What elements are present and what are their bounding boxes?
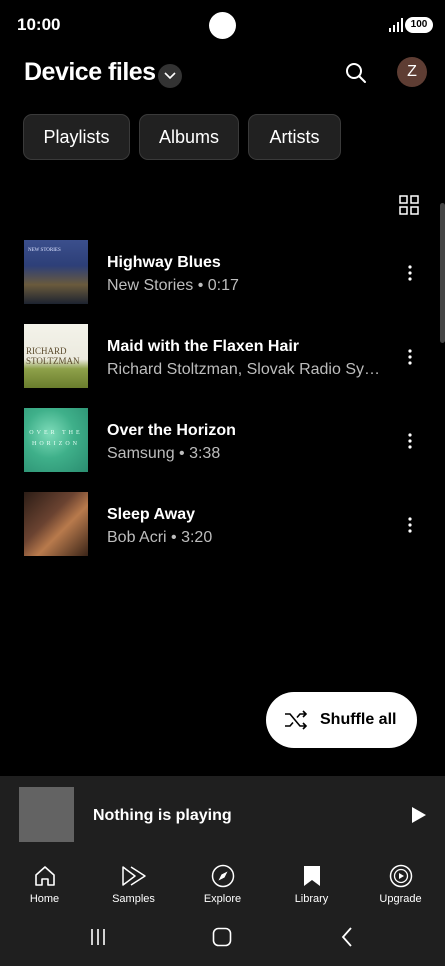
track-subtitle: New Stories • 0:17	[107, 277, 239, 294]
more-options-button[interactable]	[402, 514, 418, 536]
chip-playlists[interactable]: Playlists	[23, 114, 130, 160]
grid-icon	[399, 195, 419, 215]
battery-icon: 100	[405, 17, 433, 33]
shuffle-all-button[interactable]: Shuffle all	[266, 692, 417, 748]
page-title: Device files	[24, 58, 156, 86]
back-icon	[341, 927, 352, 947]
shuffle-all-label: Shuffle all	[320, 711, 397, 728]
search-button[interactable]	[342, 59, 370, 87]
nav-label: Upgrade	[379, 893, 422, 905]
nav-label: Samples	[112, 893, 155, 905]
nav-item-samples[interactable]: Samples	[89, 858, 178, 914]
track-subtitle: Samsung • 3:38	[107, 445, 221, 462]
more-vert-icon	[408, 349, 412, 365]
more-vert-icon	[408, 433, 412, 449]
album-cover	[24, 492, 88, 556]
album-cover: OVER THE HORIZON	[24, 408, 88, 472]
status-bar: 10:00 100	[0, 0, 445, 50]
home-button-icon	[212, 927, 232, 947]
more-options-button[interactable]	[402, 262, 418, 284]
cover-label: RICHARD STOLTZMAN	[26, 346, 80, 366]
track-subtitle: Bob Acri • 3:20	[107, 529, 213, 546]
track-list: NEW STORIES Highway Blues New Stories • …	[0, 240, 445, 576]
home-icon	[32, 863, 58, 889]
track-row[interactable]: NEW STORIES Highway Blues New Stories • …	[0, 240, 445, 324]
track-title: Maid with the Flaxen Hair	[107, 338, 300, 355]
track-row[interactable]: Sleep Away Bob Acri • 3:20	[0, 492, 445, 576]
track-title: Sleep Away	[107, 506, 196, 523]
system-nav-bar	[0, 914, 445, 966]
nav-item-upgrade[interactable]: Upgrade	[356, 858, 445, 914]
nav-label: Home	[29, 893, 60, 905]
samples-icon	[121, 863, 147, 889]
track-row[interactable]: RICHARD STOLTZMAN Maid with the Flaxen H…	[0, 324, 445, 408]
track-title: Over the Horizon	[107, 422, 236, 439]
album-cover: NEW STORIES	[24, 240, 88, 304]
system-home-button[interactable]	[210, 925, 234, 949]
camera-cutout	[209, 12, 236, 39]
album-cover: RICHARD STOLTZMAN	[24, 324, 88, 388]
cover-label: NEW STORIES	[28, 248, 61, 253]
chip-artists[interactable]: Artists	[248, 114, 341, 160]
avatar[interactable]: Z	[397, 57, 427, 87]
track-subtitle: Richard Stoltzman, Slovak Radio Sym…	[107, 361, 383, 378]
play-icon[interactable]	[408, 805, 428, 825]
recents-icon	[91, 929, 105, 945]
track-title: Highway Blues	[107, 254, 221, 271]
nav-label: Explore	[203, 893, 242, 905]
nav-item-library[interactable]: Library	[267, 858, 356, 914]
signal-icon	[389, 18, 403, 32]
title-dropdown-button[interactable]	[158, 64, 182, 88]
recents-button[interactable]	[86, 925, 110, 949]
mini-player[interactable]: Nothing is playing	[0, 776, 445, 858]
nav-item-explore[interactable]: Explore	[178, 858, 267, 914]
more-options-button[interactable]	[402, 430, 418, 452]
back-button[interactable]	[335, 925, 359, 949]
more-vert-icon	[408, 265, 412, 281]
track-row[interactable]: OVER THE HORIZON Over the Horizon Samsun…	[0, 408, 445, 492]
nav-label: Library	[294, 893, 329, 905]
mini-player-artwork	[19, 787, 74, 842]
more-options-button[interactable]	[402, 346, 418, 368]
cover-label: OVER THE HORIZON	[29, 430, 83, 447]
more-vert-icon	[408, 517, 412, 533]
shuffle-icon	[285, 710, 308, 730]
status-time: 10:00	[17, 15, 61, 34]
chip-albums[interactable]: Albums	[139, 114, 239, 160]
upgrade-icon	[388, 863, 414, 889]
bottom-nav: Home Samples Explore Library Upgrade	[0, 858, 445, 914]
bookmark-icon	[299, 863, 325, 889]
compass-icon	[210, 863, 236, 889]
nav-item-home[interactable]: Home	[0, 858, 89, 914]
mini-player-title: Nothing is playing	[93, 807, 232, 824]
search-icon	[346, 63, 366, 83]
chevron-down-icon	[164, 72, 176, 80]
grid-view-button[interactable]	[399, 195, 419, 215]
